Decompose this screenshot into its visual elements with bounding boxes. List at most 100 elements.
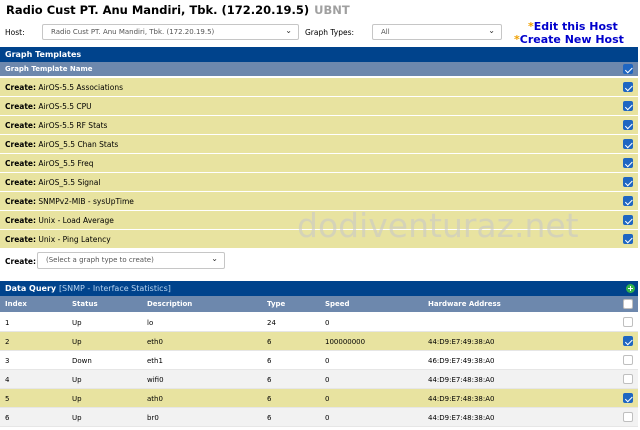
interface-checkbox[interactable] [623,374,633,384]
interface-status: Up [72,376,82,384]
edit-host-link-label: Edit this Host [533,20,618,33]
graph-template-label: Create: AirOS_5.5 Chan Stats [5,140,118,149]
graph-template-label: Create: Unix - Load Average [5,216,114,225]
chevron-down-icon: ⌄ [285,26,292,35]
interface-type: 6 [267,414,272,422]
create-graph-row: Create: (Select a graph type to create) … [0,250,638,272]
graph-template-checkbox[interactable] [623,177,633,187]
create-prefix: Create: [5,216,37,225]
interface-status: Up [72,319,82,327]
graph-template-row[interactable]: Create: AirOS-5.5 Associations [0,78,638,97]
graph-template-name: AirOS_5.5 Chan Stats [38,140,119,149]
graph-template-checkbox[interactable] [623,139,633,149]
interface-type: 6 [267,376,272,384]
interface-row[interactable]: 2 Up eth0 6 100000000 44:D9:E7:49:38:A0 [0,332,638,351]
interface-status: Down [72,357,92,365]
interface-description: wifi0 [147,376,164,384]
graph-templates-column-header: Graph Template Name [0,62,638,76]
graph-template-row[interactable]: Create: Unix - Load Average [0,211,638,230]
interface-checkbox[interactable] [623,393,633,403]
host-select-value: Radio Cust PT. Anu Mandiri, Tbk. (172.20… [51,28,215,36]
graph-template-row[interactable]: Create: AirOS_5.5 Signal [0,173,638,192]
select-all-templates-checkbox[interactable] [623,64,633,74]
interface-index: 1 [5,319,10,327]
graph-template-name: AirOS-5.5 RF Stats [38,121,108,130]
create-host-link-label: Create New Host [519,33,624,46]
create-label: Create: [5,257,37,266]
graph-template-row[interactable]: Create: Unix - Ping Latency [0,230,638,249]
create-prefix: Create: [5,159,37,168]
interface-index: 6 [5,414,10,422]
graph-template-checkbox[interactable] [623,158,633,168]
graph-template-row[interactable]: Create: AirOS_5.5 Freq [0,154,638,173]
graph-template-checkbox[interactable] [623,215,633,225]
interface-row[interactable]: 3 Down eth1 6 0 46:D9:E7:49:38:A0 [0,351,638,370]
interface-row[interactable]: 6 Up br0 6 0 44:D9:E7:48:38:A0 [0,408,638,427]
interface-description: br0 [147,414,159,422]
interface-row[interactable]: 1 Up lo 24 0 [0,313,638,332]
interface-speed: 0 [325,376,330,384]
graph-template-row[interactable]: Create: SNMPv2-MIB - sysUpTime [0,192,638,211]
interface-checkbox[interactable] [623,317,633,327]
interface-type: 24 [267,319,276,327]
graph-template-checkbox[interactable] [623,120,633,130]
interface-type: 6 [267,395,272,403]
create-prefix: Create: [5,235,37,244]
col-speed: Speed [325,300,350,308]
interface-row[interactable]: 5 Up ath0 6 0 44:D9:E7:48:38:A0 [0,389,638,408]
graph-types-select[interactable]: All ⌄ [372,24,502,40]
interface-description: lo [147,319,154,327]
col-index: Index [5,300,27,308]
interface-hw: 44:D9:E7:49:38:A0 [428,338,495,346]
interface-status: Up [72,395,82,403]
graph-template-checkbox[interactable] [623,82,633,92]
graph-template-checkbox[interactable] [623,101,633,111]
graph-type-create-placeholder: (Select a graph type to create) [46,256,154,264]
graph-templates-header: Graph Templates [0,47,638,62]
graph-template-name: AirOS_5.5 Freq [38,159,94,168]
interface-checkbox[interactable] [623,336,633,346]
graph-template-name-header: Graph Template Name [5,65,93,73]
interface-status: Up [72,414,82,422]
graph-type-create-select[interactable]: (Select a graph type to create) ⌄ [37,252,225,269]
create-prefix: Create: [5,102,37,111]
col-type: Type [267,300,286,308]
graph-template-label: Create: SNMPv2-MIB - sysUpTime [5,197,134,206]
interface-speed: 0 [325,395,330,403]
graph-template-label: Create: AirOS-5.5 CPU [5,102,92,111]
interface-speed: 0 [325,357,330,365]
graph-template-name: AirOS_5.5 Signal [38,178,101,187]
interface-row[interactable]: 4 Up wifi0 6 0 44:D9:E7:48:38:A0 [0,370,638,389]
graph-template-label: Create: AirOS_5.5 Freq [5,159,94,168]
graph-template-label: Create: AirOS-5.5 RF Stats [5,121,107,130]
create-prefix: Create: [5,121,37,130]
interface-hw: 44:D9:E7:48:38:A0 [428,395,495,403]
data-query-title: Data Query [5,284,57,293]
create-prefix: Create: [5,178,37,187]
interface-speed: 0 [325,414,330,422]
create-prefix: Create: [5,83,37,92]
chevron-down-icon: ⌄ [211,254,218,263]
graph-template-row[interactable]: Create: AirOS_5.5 Chan Stats [0,135,638,154]
interface-checkbox[interactable] [623,355,633,365]
graph-template-name: AirOS-5.5 Associations [38,83,124,92]
graph-template-checkbox[interactable] [623,234,633,244]
select-all-interfaces-checkbox[interactable] [623,299,633,309]
host-select[interactable]: Radio Cust PT. Anu Mandiri, Tbk. (172.20… [42,24,299,40]
interface-description: ath0 [147,395,163,403]
data-query-name: [SNMP - Interface Statistics] [58,284,171,293]
graph-template-name: Unix - Load Average [38,216,114,225]
graph-template-checkbox[interactable] [623,196,633,206]
create-host-link[interactable]: *Create New Host [512,33,640,46]
graph-template-row[interactable]: Create: AirOS-5.5 CPU [0,97,638,116]
graph-template-label: Create: Unix - Ping Latency [5,235,111,244]
add-circle-icon[interactable] [626,284,635,293]
col-status: Status [72,300,98,308]
col-hardware-address: Hardware Address [428,300,501,308]
edit-host-link[interactable]: *Edit this Host [512,20,640,33]
data-query-header: Data Query [SNMP - Interface Statistics] [0,281,638,296]
graph-template-row[interactable]: Create: AirOS-5.5 RF Stats [0,116,638,135]
interface-hw: 46:D9:E7:49:38:A0 [428,357,495,365]
interface-checkbox[interactable] [623,412,633,422]
interface-status: Up [72,338,82,346]
